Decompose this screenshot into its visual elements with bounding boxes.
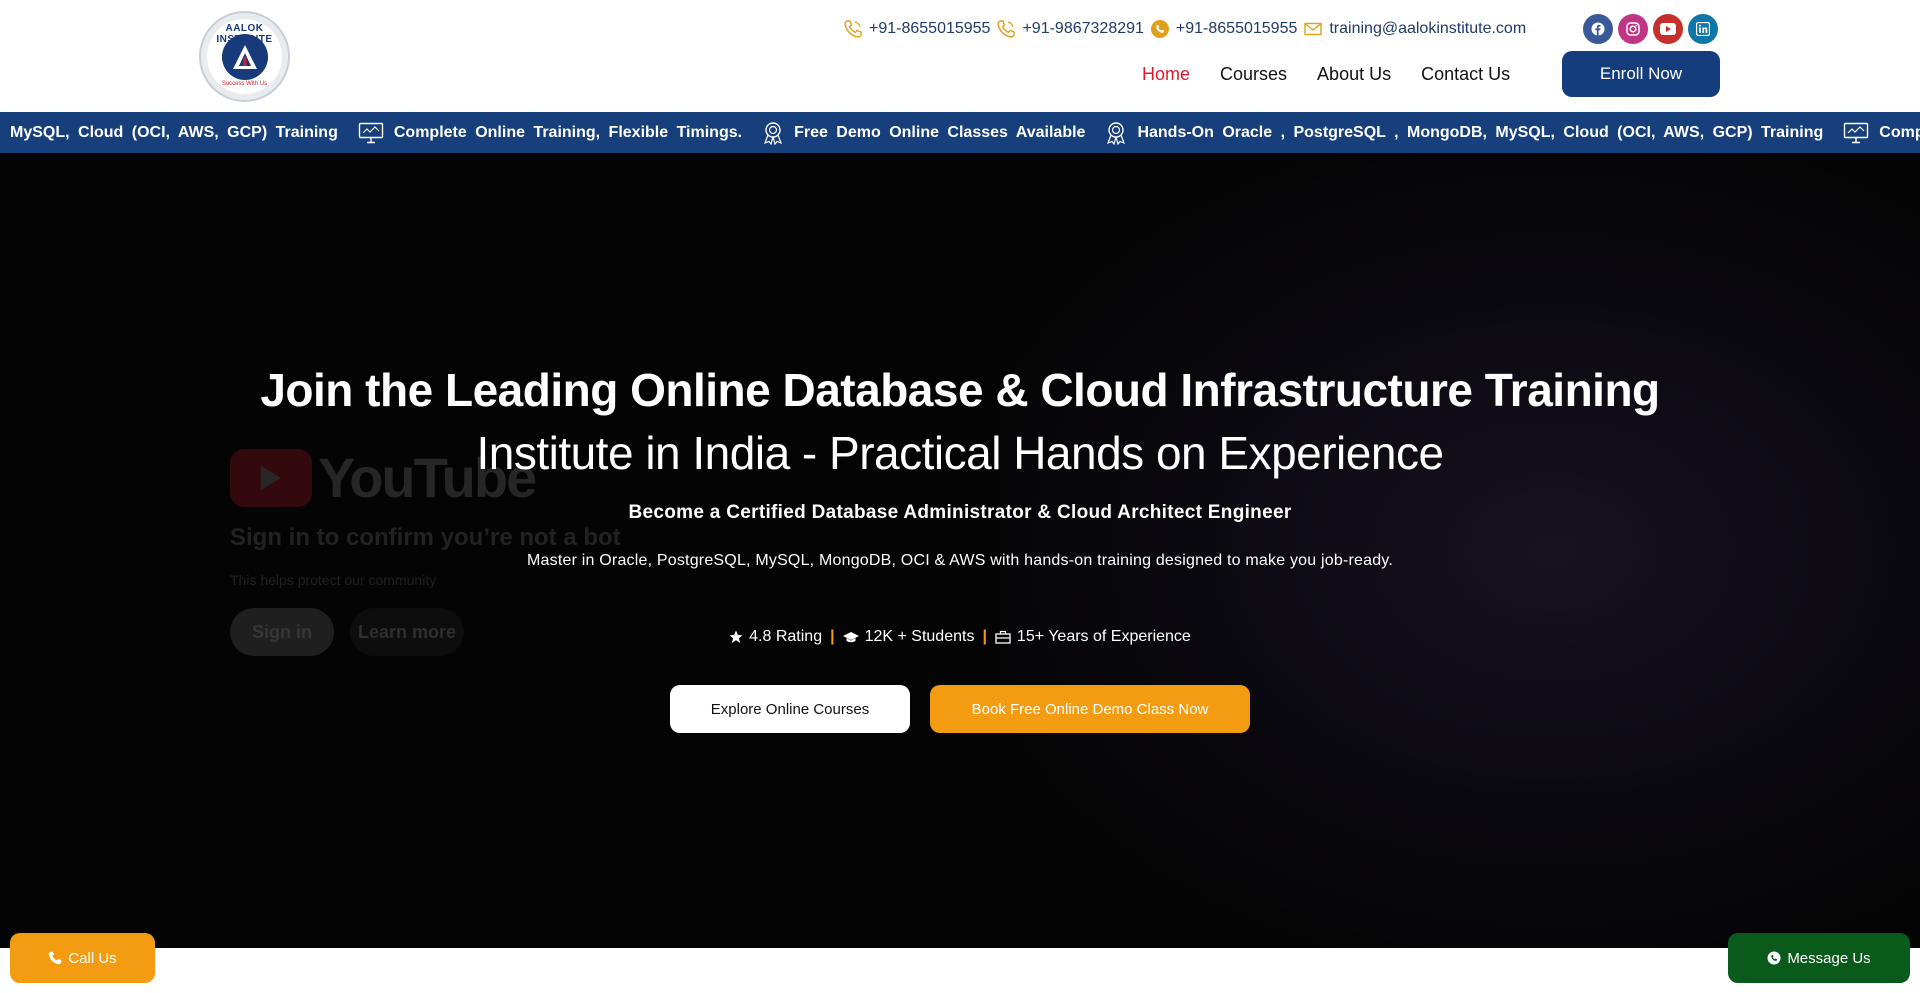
stat-separator: |: [830, 628, 835, 645]
hero-title: Join the Leading Online Database & Cloud…: [260, 359, 1660, 485]
stat-experience-text: 15+ Years of Experience: [1016, 628, 1191, 645]
ticker-text: Complete Online Training, Flexible Timin…: [393, 123, 743, 141]
ticker-item: MySQL, Cloud (OCI, AWS, GCP) Training: [10, 124, 338, 142]
stat-rating-text: 4.8 Rating: [749, 628, 823, 645]
star-icon: [729, 630, 743, 643]
message-us-label: Message Us: [1787, 949, 1871, 967]
ticker-text: Hands-On Oracle , PostgreSQL , MongoDB, …: [1137, 123, 1824, 141]
graduation-cap-icon: [842, 632, 859, 643]
main-nav: Home Courses About Us Contact Us: [1142, 64, 1540, 85]
nav-contact-us[interactable]: Contact Us: [1421, 64, 1510, 85]
award-icon: [764, 121, 783, 145]
nav-about-us[interactable]: About Us: [1317, 64, 1391, 85]
logo-text: AALOK INSTITUTE: [216, 23, 273, 45]
monitor-icon: [358, 122, 384, 143]
linkedin-icon[interactable]: [1688, 14, 1718, 44]
youtube-bot-message: Sign in to confirm you’re not a bot: [230, 524, 621, 551]
phone-link-2[interactable]: +91-9867328291: [996, 19, 1144, 39]
logo-emblem: AALOK INSTITUTE Success With Us: [207, 19, 282, 94]
facebook-icon[interactable]: [1583, 14, 1613, 44]
briefcase-icon: [995, 630, 1011, 644]
book-demo-button[interactable]: Book Free Online Demo Class Now: [930, 685, 1250, 733]
award-icon: [1107, 121, 1126, 145]
stat-students-text: 12K + Students: [864, 628, 975, 645]
stat-students: 12K + Students: [842, 628, 975, 646]
whatsapp-icon: [1150, 20, 1169, 38]
youtube-icon[interactable]: [1653, 14, 1683, 44]
nav-home[interactable]: Home: [1142, 64, 1190, 85]
mail-icon: [1304, 22, 1323, 36]
hero-section: YouTube Sign in to confirm you’re not a …: [0, 153, 1920, 948]
phone-number-1: +91-8655015955: [869, 20, 991, 37]
whatsapp-number: +91-8655015955: [1175, 20, 1298, 37]
email-address: training@aalokinstitute.com: [1329, 20, 1527, 37]
hero-description: Master in Oracle, PostgreSQL, MySQL, Mon…: [527, 552, 1393, 569]
email-link[interactable]: training@aalokinstitute.com: [1303, 19, 1526, 39]
nav-courses[interactable]: Courses: [1220, 64, 1287, 85]
hero-background-video: [1000, 153, 1920, 948]
phone-icon: [49, 951, 62, 965]
site-header: AALOK INSTITUTE Success With Us +91-8655…: [0, 0, 1920, 112]
phone-icon: [997, 20, 1016, 38]
phone-icon: [844, 20, 862, 38]
whatsapp-icon: [1767, 951, 1781, 965]
call-us-button[interactable]: Call Us: [10, 933, 155, 983]
contact-bar: +91-8655015955 +91-9867328291 +91-865501…: [843, 16, 1532, 42]
monitor-icon: [1844, 122, 1869, 143]
social-links: [1583, 14, 1723, 44]
announcement-ticker: MySQL, Cloud (OCI, AWS, GCP) Training Co…: [0, 112, 1920, 153]
hero-title-line1: Join the Leading Online Database & Cloud…: [260, 364, 1660, 416]
phone-link-1[interactable]: +91-8655015955: [843, 19, 990, 39]
youtube-bot-subtext: This helps protect our community: [230, 572, 437, 588]
logo-tagline: Success With Us: [221, 81, 268, 87]
hero-subtitle: Become a Certified Database Administrato…: [628, 502, 1292, 523]
call-us-label: Call Us: [68, 949, 117, 967]
ticker-text: Comp: [1879, 123, 1920, 141]
enroll-now-button[interactable]: Enroll Now: [1562, 51, 1720, 97]
ticker-item: Hands-On Oracle , PostgreSQL , MongoDB, …: [1105, 121, 1823, 145]
instagram-icon[interactable]: [1618, 14, 1648, 44]
whatsapp-link[interactable]: +91-8655015955: [1150, 19, 1297, 39]
hero-title-line2: Institute in India - Practical Hands on …: [476, 427, 1444, 479]
ticker-item: Comp: [1843, 122, 1920, 144]
phone-number-2: +91-9867328291: [1022, 20, 1144, 37]
stat-experience: 15+ Years of Experience: [995, 628, 1191, 646]
ticker-item: Free Demo Online Classes Available: [762, 121, 1085, 145]
hero-stats: 4.8 Rating | 12K + Students | 15+ Years …: [260, 628, 1660, 646]
message-us-button[interactable]: Message Us: [1728, 933, 1910, 983]
ticker-track: MySQL, Cloud (OCI, AWS, GCP) Training Co…: [10, 112, 1920, 153]
ticker-text: MySQL, Cloud (OCI, AWS, GCP) Training: [10, 123, 338, 141]
explore-courses-button[interactable]: Explore Online Courses: [670, 685, 910, 733]
ticker-text: Free Demo Online Classes Available: [794, 123, 1086, 141]
ticker-item: Complete Online Training, Flexible Timin…: [358, 122, 742, 144]
site-logo[interactable]: AALOK INSTITUTE Success With Us: [199, 11, 290, 102]
stat-separator: |: [982, 628, 987, 645]
stat-rating: 4.8 Rating: [729, 628, 822, 646]
